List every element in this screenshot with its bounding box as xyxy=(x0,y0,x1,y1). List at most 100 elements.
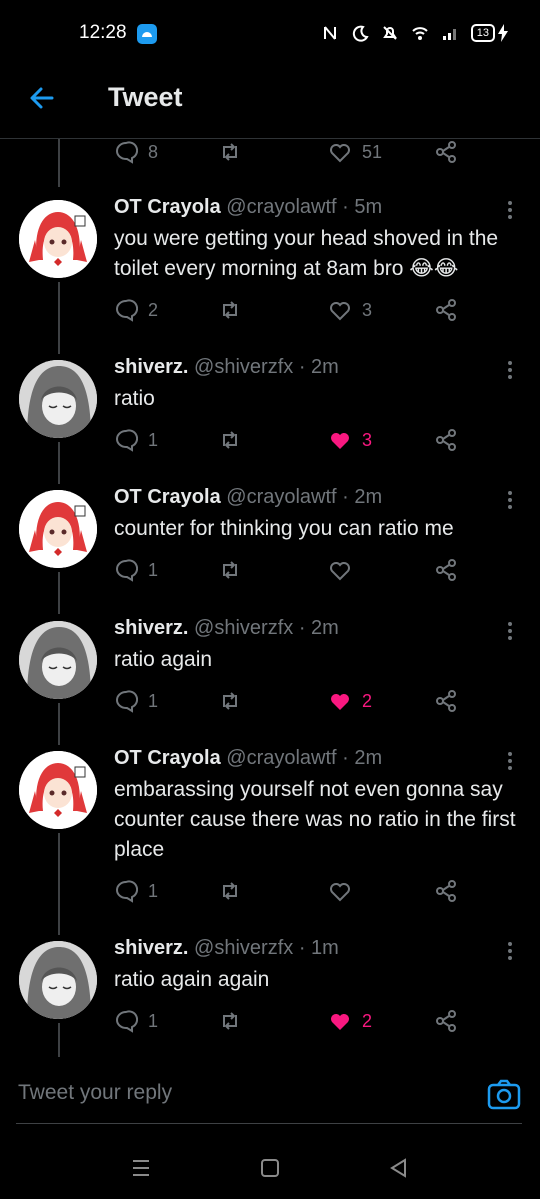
avatar[interactable] xyxy=(19,360,97,438)
share-button[interactable] xyxy=(434,298,458,322)
share-icon xyxy=(436,299,456,321)
retweet-button[interactable] xyxy=(218,1009,242,1033)
like-button[interactable] xyxy=(328,558,362,582)
tweet-time: · 2m xyxy=(298,356,339,378)
thread-connector xyxy=(58,703,60,745)
tweet-actions: 1 xyxy=(114,558,464,586)
reply-button[interactable]: 8 xyxy=(114,140,158,164)
display-name[interactable]: shiverz. xyxy=(114,356,188,378)
top-app-bar: Tweet xyxy=(0,70,540,139)
speech-bubble-icon xyxy=(116,141,138,164)
nfc-icon xyxy=(323,26,336,40)
tweet-actions: 8 51 xyxy=(114,140,464,168)
share-button[interactable] xyxy=(434,558,458,582)
do-not-disturb-icon xyxy=(352,25,369,42)
retweet-button[interactable] xyxy=(218,689,242,713)
signal-icon xyxy=(442,29,456,40)
display-name[interactable]: shiverz. xyxy=(114,617,188,639)
back-triangle-icon[interactable] xyxy=(387,1156,411,1180)
retweet-button[interactable] xyxy=(218,879,242,903)
tweet-header: shiverz. @shiverzfx · 1m xyxy=(114,937,339,960)
reply-button[interactable]: 2 xyxy=(114,298,158,322)
user-handle: @crayolawtf xyxy=(226,196,337,218)
like-button[interactable]: 3 xyxy=(328,298,372,322)
reply-button[interactable]: 1 xyxy=(114,428,158,452)
tweet-text: ratio again xyxy=(114,648,213,671)
share-button[interactable] xyxy=(434,428,458,452)
app-notification-icon xyxy=(137,24,157,44)
camera-icon[interactable] xyxy=(486,1077,522,1113)
reply-button[interactable]: 1 xyxy=(114,879,158,903)
recent-apps-icon[interactable] xyxy=(129,1156,153,1180)
share-icon xyxy=(436,559,456,581)
reply-button[interactable]: 1 xyxy=(114,1009,158,1033)
share-icon xyxy=(436,429,456,451)
reply-input[interactable]: Tweet your reply xyxy=(18,1081,172,1105)
avatar[interactable] xyxy=(19,941,97,1019)
retweet-icon xyxy=(223,1012,237,1030)
heart-icon xyxy=(330,562,350,581)
vertical-dots-icon[interactable] xyxy=(500,619,520,643)
tweet-actions: 1 xyxy=(114,879,464,907)
like-button[interactable]: 51 xyxy=(328,140,382,164)
like-button[interactable]: 2 xyxy=(328,689,372,713)
speech-bubble-icon xyxy=(116,1010,138,1033)
avatar[interactable] xyxy=(19,200,97,278)
tweet-header: OT Crayola @crayolawtf · 2m xyxy=(114,486,382,509)
reply-count: 1 xyxy=(148,559,159,580)
page-title: Tweet xyxy=(108,82,183,112)
share-button[interactable] xyxy=(434,879,458,903)
heart-icon xyxy=(331,1014,349,1030)
thread-connector xyxy=(58,282,60,354)
like-button[interactable]: 3 xyxy=(328,428,372,452)
thread-connector xyxy=(58,833,60,935)
heart-icon xyxy=(331,433,349,449)
share-icon xyxy=(436,141,456,163)
reply-count: 1 xyxy=(148,690,159,711)
tweet-header: OT Crayola @crayolawtf · 2m xyxy=(114,747,382,770)
like-count: 3 xyxy=(362,429,373,450)
heart-icon xyxy=(330,144,350,163)
display-name[interactable]: OT Crayola xyxy=(114,747,221,769)
vertical-dots-icon[interactable] xyxy=(500,358,520,382)
share-button[interactable] xyxy=(434,1009,458,1033)
like-count: 2 xyxy=(362,1010,373,1031)
retweet-icon xyxy=(223,301,237,319)
wifi-icon xyxy=(412,27,428,40)
thread-connector xyxy=(58,139,60,187)
retweet-button[interactable] xyxy=(218,298,242,322)
avatar[interactable] xyxy=(19,751,97,829)
avatar[interactable] xyxy=(19,490,97,568)
vertical-dots-icon[interactable] xyxy=(500,488,520,512)
like-button[interactable] xyxy=(328,879,362,903)
retweet-button[interactable] xyxy=(218,428,242,452)
tweet-time: · 1m xyxy=(298,937,339,959)
share-button[interactable] xyxy=(434,689,458,713)
share-button[interactable] xyxy=(434,140,458,164)
vertical-dots-icon[interactable] xyxy=(500,939,520,963)
status-icons: 13 xyxy=(321,20,508,46)
display-name[interactable]: OT Crayola xyxy=(114,196,221,218)
share-icon xyxy=(436,880,456,902)
tweet-time: · 2m xyxy=(342,747,383,769)
display-name[interactable]: OT Crayola xyxy=(114,486,221,508)
vertical-dots-icon[interactable] xyxy=(500,198,520,222)
arrow-left-icon[interactable] xyxy=(26,82,58,114)
user-handle: @shiverzfx xyxy=(194,356,294,378)
retweet-button[interactable] xyxy=(218,140,242,164)
vertical-dots-icon[interactable] xyxy=(500,749,520,773)
tweet-actions: 13 xyxy=(114,428,464,456)
tweet-header: shiverz. @shiverzfx · 2m xyxy=(114,617,339,640)
like-button[interactable]: 2 xyxy=(328,1009,372,1033)
reply-button[interactable]: 1 xyxy=(114,558,158,582)
reply-count: 1 xyxy=(148,429,159,450)
retweet-button[interactable] xyxy=(218,558,242,582)
tweet-time: · 2m xyxy=(342,486,383,508)
battery-indicator: 13 xyxy=(470,24,508,42)
avatar[interactable] xyxy=(19,621,97,699)
tweet-text: counter for thinking you can ratio me xyxy=(114,517,454,540)
thread-connector xyxy=(58,442,60,484)
reply-button[interactable]: 1 xyxy=(114,689,158,713)
display-name[interactable]: shiverz. xyxy=(114,937,188,959)
home-icon[interactable] xyxy=(258,1156,282,1180)
